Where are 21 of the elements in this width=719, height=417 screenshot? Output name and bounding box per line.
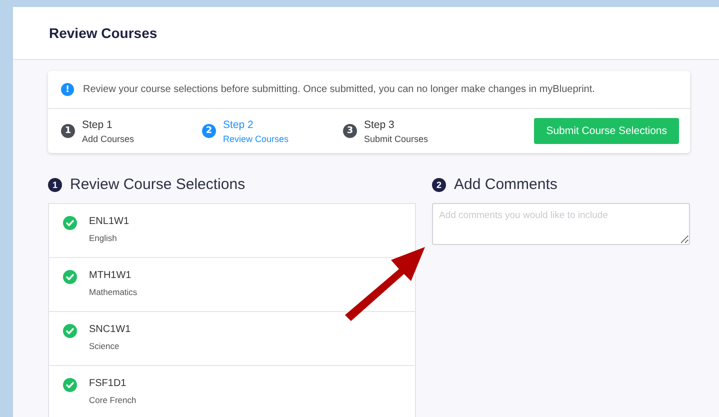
- section-heading: Review Course Selections: [70, 176, 246, 193]
- course-name: English: [89, 233, 118, 243]
- course-code: ENL1W1: [89, 216, 130, 227]
- step-number: 2: [202, 124, 216, 138]
- course-name: Core French: [89, 395, 136, 405]
- page-title: Review Courses: [49, 25, 158, 41]
- course-code: SNC1W1: [89, 324, 131, 335]
- step-item[interactable]: 1 Step 1 Add Courses: [61, 118, 202, 144]
- course-code: MTH1W1: [89, 270, 132, 281]
- course-name: Science: [89, 341, 120, 351]
- course-code: FSF1D1: [89, 378, 128, 389]
- section-number: 1: [48, 178, 62, 192]
- step-item[interactable]: 3 Step 3 Submit Courses: [343, 118, 484, 144]
- course-name: Mathematics: [89, 287, 138, 297]
- section-number: 2: [432, 178, 446, 192]
- notice-text: Review your course selections before submitting. Once submitted, you can no longer make changes in myBlueprint.: [83, 84, 595, 95]
- info-icon: !: [61, 83, 74, 96]
- pointer-arrow-icon: [345, 247, 425, 321]
- step-number: 3: [343, 124, 357, 138]
- section-heading: Add Comments: [454, 176, 558, 193]
- step-number: 1: [61, 124, 75, 138]
